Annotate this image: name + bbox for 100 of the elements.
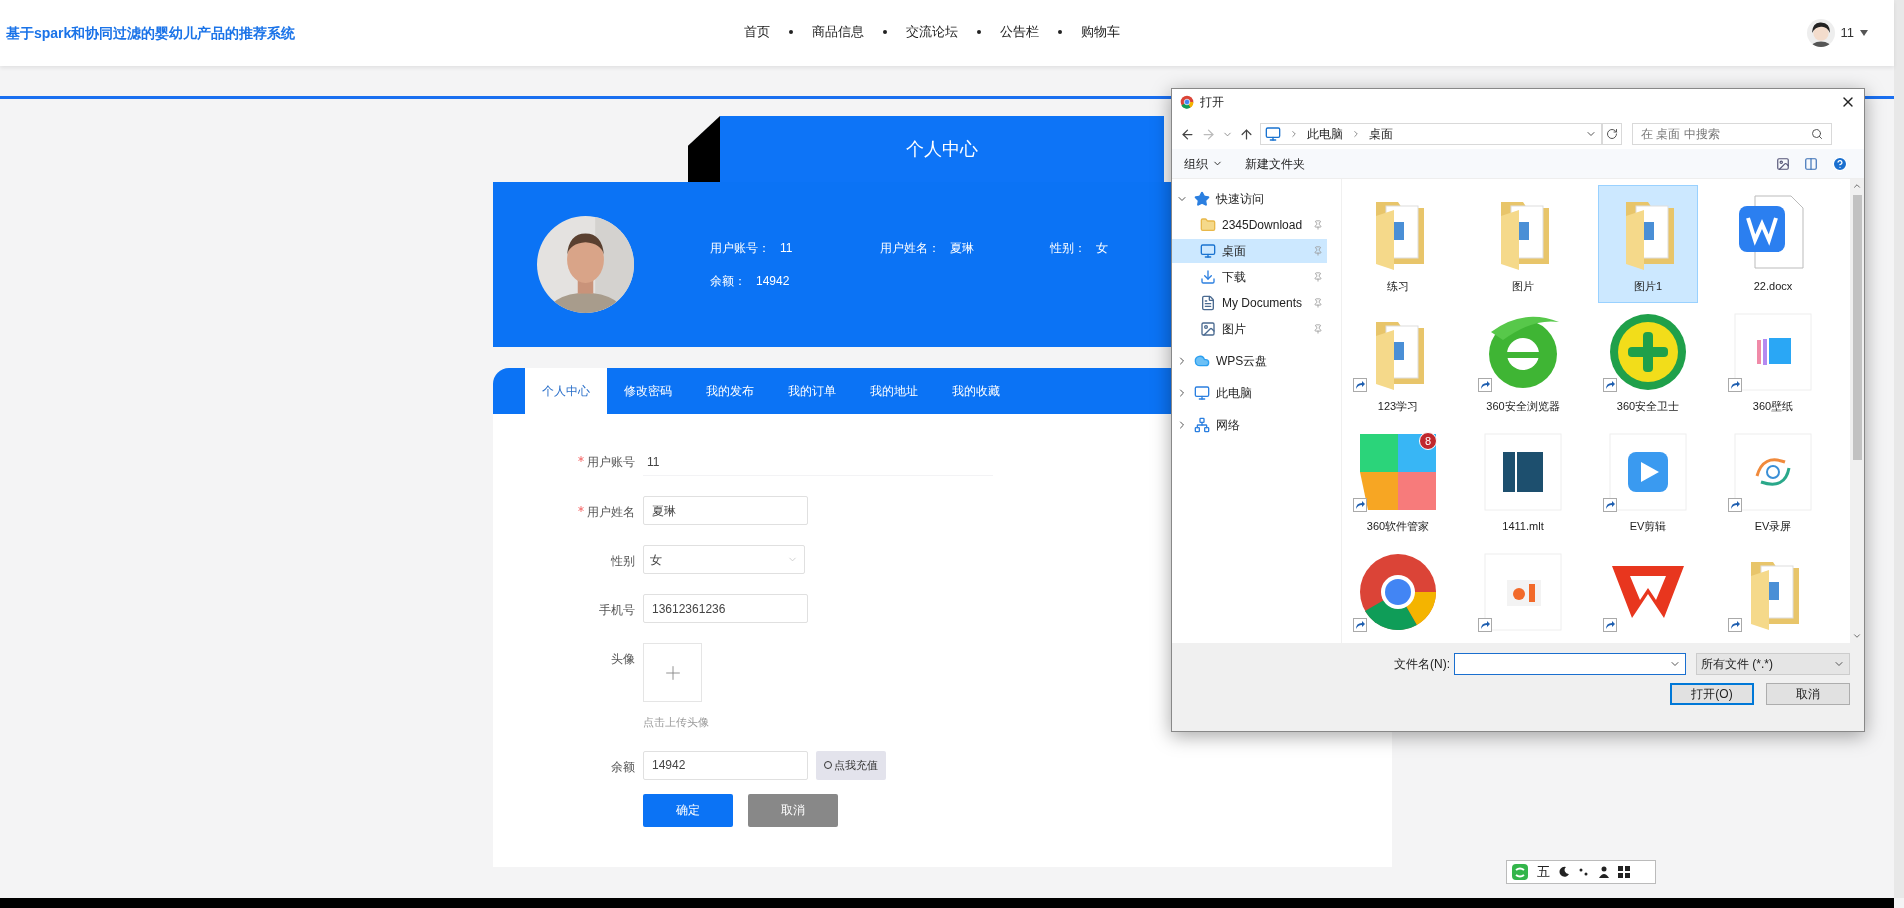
form-button[interactable]: 取消 — [748, 793, 838, 827]
file-item[interactable]: 8 360软件管家 — [1348, 425, 1448, 543]
text-field[interactable]: 14942 — [643, 750, 808, 780]
profile-tab[interactable]: 修改密码 — [607, 368, 689, 414]
forward-icon[interactable] — [1201, 126, 1216, 142]
up-icon[interactable] — [1239, 126, 1254, 142]
view-icon[interactable] — [1776, 156, 1790, 171]
toolbar-button[interactable]: 新建文件夹 — [1245, 154, 1305, 173]
nav-link[interactable]: 购物车 — [1081, 22, 1120, 42]
recharge-button[interactable]: 点我充值 — [816, 750, 886, 780]
nav-label: 2345Download — [1222, 217, 1303, 234]
toolbar-button[interactable]: 组织 — [1184, 154, 1223, 173]
nav-link[interactable]: 首页 — [744, 22, 770, 42]
file-item[interactable]: 360安全浏览器 — [1473, 305, 1573, 423]
nav-item[interactable]: 2345Download — [1172, 213, 1327, 237]
help-icon[interactable] — [1832, 155, 1848, 172]
book-icon — [1483, 432, 1563, 512]
nav-item[interactable]: 快速访问 — [1172, 187, 1327, 211]
scroll-down-icon[interactable] — [1852, 631, 1862, 641]
user-name[interactable]: 11 — [1840, 23, 1854, 43]
search-placeholder: 在 桌面 中搜索 — [1641, 126, 1720, 143]
file-name: EV剪辑 — [1629, 519, 1667, 534]
dialog-button[interactable]: 打开(O) — [1670, 683, 1754, 705]
chrome-icon — [1180, 95, 1194, 109]
form-button[interactable]: 确定 — [643, 793, 733, 827]
search-field[interactable]: 在 桌面 中搜索 — [1632, 123, 1832, 145]
refresh-button[interactable] — [1602, 123, 1622, 145]
filename-field[interactable] — [1454, 653, 1686, 675]
field-label: 性别 — [611, 553, 635, 570]
separator-icon — [1289, 129, 1299, 139]
file-item[interactable]: EV剪辑 — [1598, 425, 1698, 543]
breadcrumb[interactable]: 桌面 — [1369, 125, 1393, 143]
nav-label: WPS云盘 — [1216, 353, 1268, 370]
file-item[interactable]: 22.docx — [1723, 185, 1823, 303]
back-icon[interactable] — [1180, 126, 1195, 142]
nav-label: 此电脑 — [1216, 385, 1252, 402]
shield-plus-icon — [1608, 312, 1688, 392]
profile-tab[interactable]: 个人中心 — [525, 368, 607, 414]
info-label: 性别： — [1050, 240, 1086, 257]
file-item[interactable]: 图片1 — [1598, 185, 1698, 303]
file-item[interactable]: EV录屏 — [1723, 425, 1823, 543]
file-name: 360软件管家 — [1366, 519, 1430, 534]
file-item[interactable]: 360壁纸 — [1723, 305, 1823, 423]
camera-icon — [1483, 552, 1563, 632]
nav-link[interactable]: 交流论坛 — [906, 22, 958, 42]
caret-icon[interactable] — [1860, 30, 1868, 36]
address-bar[interactable]: 此电脑 桌面 — [1260, 123, 1602, 145]
file-item[interactable]: 图片 — [1473, 185, 1573, 303]
punctuation-icon[interactable] — [1578, 866, 1590, 878]
info-label: 用户账号： — [710, 240, 770, 257]
nav-link[interactable]: 商品信息 — [812, 22, 864, 42]
filter-select[interactable]: 所有文件 (*.*) — [1696, 653, 1850, 675]
grid-icon[interactable] — [1618, 866, 1630, 878]
network-icon — [1194, 417, 1210, 433]
nav-item[interactable]: My Documents — [1172, 291, 1327, 315]
nav-label: 下载 — [1222, 269, 1246, 286]
file-name: 练习 — [1387, 279, 1409, 294]
file-item[interactable]: 360安全卫士 — [1598, 305, 1698, 423]
nav-link[interactable]: 公告栏 — [1000, 22, 1039, 42]
profile-tab[interactable]: 我的订单 — [771, 368, 853, 414]
tab-corner — [688, 116, 720, 182]
select-field[interactable]: 女 — [643, 545, 805, 574]
profile-tab[interactable]: 我的收藏 — [935, 368, 1017, 414]
refresh-icon — [1606, 128, 1618, 140]
text-field[interactable]: 13612361236 — [643, 594, 808, 623]
preview-pane-icon[interactable] — [1804, 156, 1818, 171]
nav-item[interactable]: 图片 — [1172, 317, 1327, 341]
swirl-icon — [1733, 432, 1813, 512]
file-name: EV录屏 — [1754, 519, 1792, 534]
text-field[interactable]: 夏琳 — [643, 496, 808, 525]
info-value: 14942 — [756, 273, 790, 290]
input-mode[interactable]: 五 — [1537, 862, 1550, 882]
moon-icon[interactable] — [1558, 866, 1570, 878]
scrollbar-thumb[interactable] — [1852, 195, 1862, 460]
file-name: 图片1 — [1633, 279, 1663, 294]
computer-icon — [1194, 385, 1210, 401]
person-icon[interactable] — [1598, 866, 1610, 878]
ime-toolbar[interactable]: 五 — [1506, 860, 1656, 884]
search-icon — [1811, 128, 1823, 140]
nav-item[interactable]: 下载 — [1172, 265, 1327, 289]
nav-item[interactable]: 此电脑 — [1172, 381, 1327, 405]
profile-tab[interactable]: 我的发布 — [689, 368, 771, 414]
scroll-up-icon[interactable] — [1852, 181, 1862, 191]
breadcrumb[interactable]: 此电脑 — [1307, 125, 1343, 143]
file-item[interactable]: 练习 — [1348, 185, 1448, 303]
file-name: 360安全卫士 — [1616, 399, 1680, 414]
dialog-button[interactable]: 取消 — [1766, 683, 1850, 705]
nav-item[interactable]: WPS云盘 — [1172, 349, 1327, 373]
profile-tab[interactable]: 我的地址 — [853, 368, 935, 414]
star-icon — [1194, 191, 1210, 207]
nav-item[interactable]: 桌面 — [1172, 239, 1327, 263]
file-item[interactable]: 1411.mlt — [1473, 425, 1573, 543]
field-value: 11 — [643, 446, 993, 476]
file-name: 22.docx — [1753, 279, 1793, 294]
nav-label: 桌面 — [1222, 243, 1246, 260]
filename-label: 文件名(N): — [1394, 656, 1450, 673]
page-scrollbar[interactable] — [1894, 0, 1904, 898]
file-item[interactable]: 123学习 — [1348, 305, 1448, 423]
site-title[interactable]: 基于spark和协同过滤的婴幼儿产品的推荐系统 — [6, 22, 296, 44]
nav-item[interactable]: 网络 — [1172, 413, 1327, 437]
